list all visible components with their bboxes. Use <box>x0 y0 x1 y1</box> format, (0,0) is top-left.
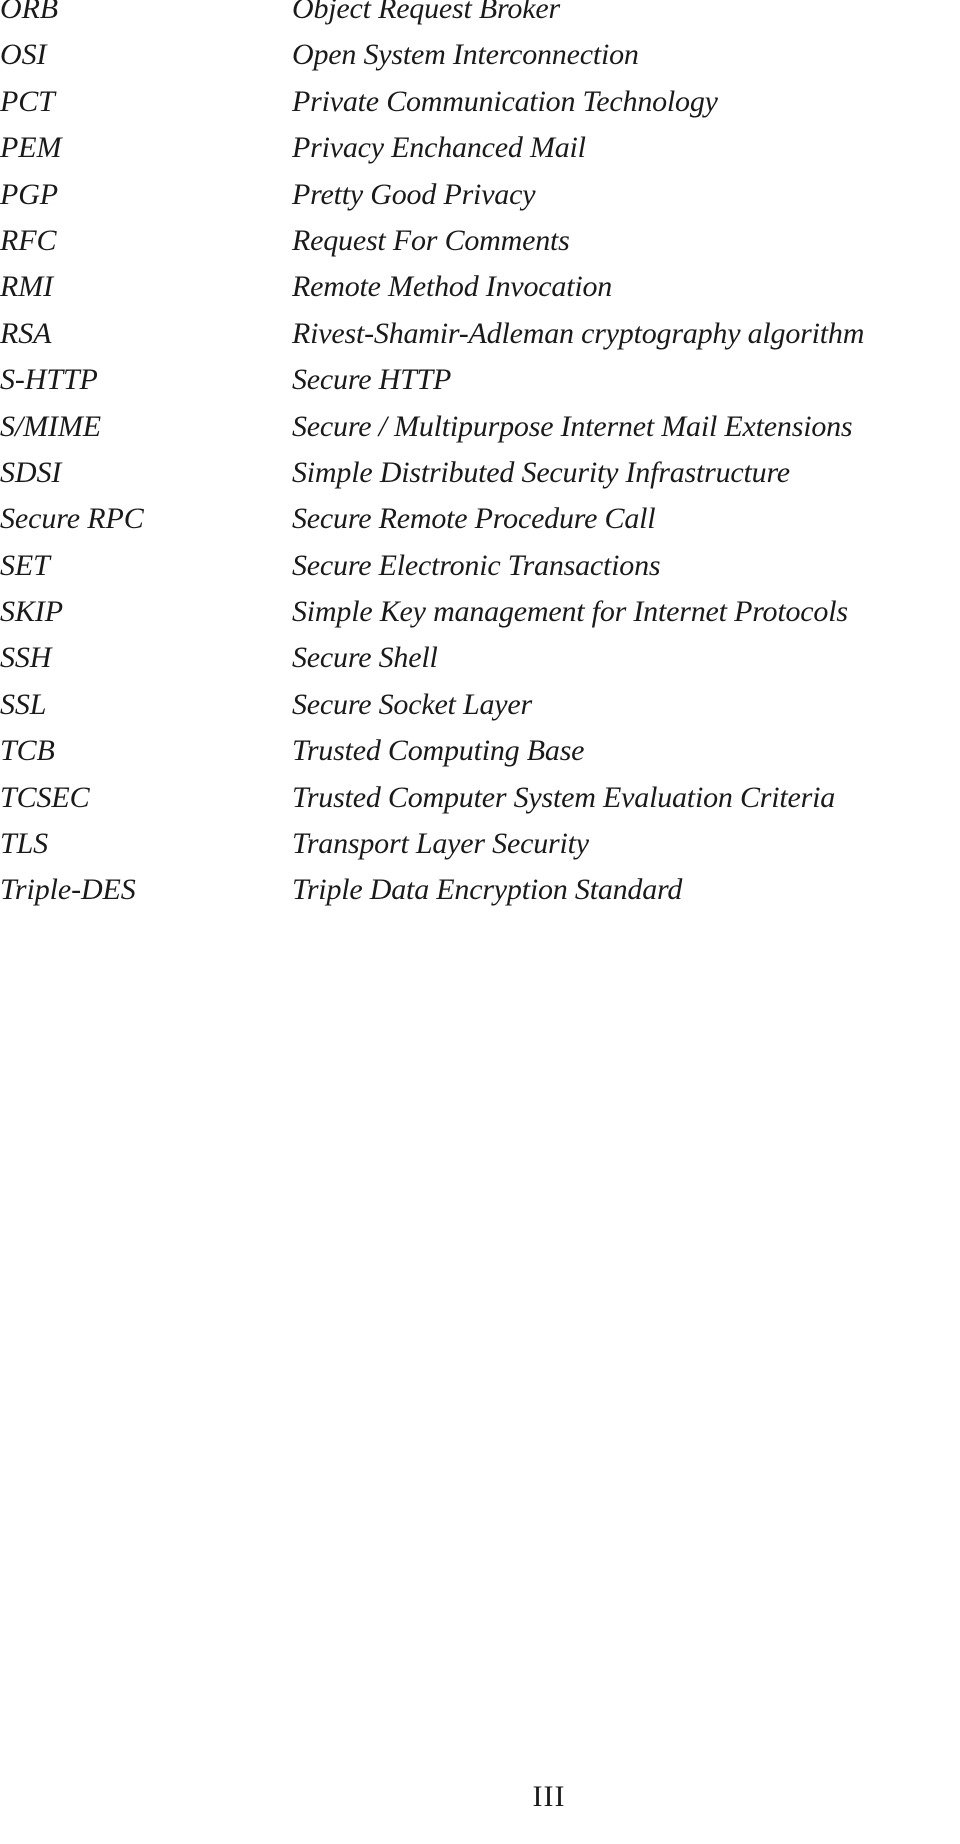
glossary-term: TCSEC <box>0 780 90 814</box>
glossary-row: SSH Secure Shell <box>0 635 960 681</box>
glossary-row: RFC Request For Comments <box>0 218 960 264</box>
glossary-definition: Simple Distributed Security Infrastructu… <box>292 455 790 489</box>
glossary-definition: Pretty Good Privacy <box>292 177 536 211</box>
page-number: III <box>532 1780 566 1813</box>
glossary-term: TCB <box>0 734 55 768</box>
glossary-term: SET <box>0 548 50 582</box>
glossary-row: PCT Private Communication Technology <box>0 79 960 125</box>
glossary-row: SSL Secure Socket Layer <box>0 682 960 728</box>
glossary-definition: Rivest-Shamir-Adleman cryptography algor… <box>292 316 865 350</box>
glossary-definition: Simple Key management for Internet Proto… <box>292 595 848 629</box>
glossary-term: TLS <box>0 827 49 861</box>
glossary-row: PGP Pretty Good Privacy <box>0 172 960 218</box>
glossary-term: ORB <box>0 0 59 25</box>
glossary-row: S-HTTP Secure HTTP <box>0 357 960 403</box>
glossary-term: SKIP <box>0 595 63 629</box>
glossary-definition: Request For Comments <box>292 223 570 257</box>
glossary-row: S/MIME Secure / Multipurpose Internet Mai… <box>0 404 960 450</box>
glossary-row: SKIP Simple Key management for Internet P… <box>0 589 960 635</box>
glossary-definition: Secure HTTP <box>292 363 452 397</box>
glossary-term: SDSI <box>0 455 62 489</box>
glossary-row: RSA Rivest-Shamir-Adleman cryptography al… <box>0 311 960 357</box>
glossary-definition: Secure / Multipurpose Internet Mail Exte… <box>292 409 853 443</box>
glossary-term: Triple-DES <box>0 873 136 907</box>
glossary-term: SSH <box>0 641 52 675</box>
glossary-definition: Trusted Computing Base <box>292 734 585 768</box>
document-page: ORB Object Request Broker OSI Open System I… <box>0 0 960 1844</box>
glossary-term: RMI <box>0 270 54 304</box>
glossary-definition: Remote Method Invocation <box>292 270 613 304</box>
glossary-term: PCT <box>0 84 55 118</box>
glossary-row: TCSEC Trusted Computer System Evaluation … <box>0 775 960 821</box>
glossary-row: TLS Transport Layer Security <box>0 821 960 867</box>
glossary-term: RSA <box>0 316 52 350</box>
glossary-term: PGP <box>0 177 59 211</box>
glossary-row: RMI Remote Method Invocation <box>0 264 960 310</box>
glossary-term: OSI <box>0 38 47 72</box>
glossary-row: Triple-DES Triple Data Encryption Standar… <box>0 867 960 913</box>
glossary-list: ORB Object Request Broker OSI Open System I… <box>0 0 960 914</box>
glossary-row: Secure RPC Secure Remote Procedure Call <box>0 496 960 542</box>
glossary-term: SSL <box>0 687 47 721</box>
glossary-term: RFC <box>0 223 57 257</box>
glossary-term: S-HTTP <box>0 363 98 397</box>
glossary-row: TCB Trusted Computing Base <box>0 728 960 774</box>
glossary-row: ORB Object Request Broker <box>0 0 960 32</box>
glossary-definition: Transport Layer Security <box>292 827 589 861</box>
glossary-definition: Private Communication Technology <box>292 84 718 118</box>
glossary-definition: Secure Electronic Transactions <box>292 548 661 582</box>
glossary-term: Secure RPC <box>0 502 144 536</box>
glossary-definition: Open System Interconnection <box>292 38 639 72</box>
glossary-row: SET Secure Electronic Transactions <box>0 543 960 589</box>
glossary-row: OSI Open System Interconnection <box>0 32 960 78</box>
glossary-definition: Secure Remote Procedure Call <box>292 502 656 536</box>
glossary-definition: Privacy Enchanced Mail <box>292 131 586 165</box>
glossary-term: PEM <box>0 131 62 165</box>
glossary-definition: Object Request Broker <box>292 0 560 25</box>
glossary-definition: Triple Data Encryption Standard <box>292 873 683 907</box>
glossary-definition: Secure Shell <box>292 641 438 675</box>
glossary-definition: Trusted Computer System Evaluation Crite… <box>292 780 836 814</box>
glossary-row: SDSI Simple Distributed Security Infrastr… <box>0 450 960 496</box>
glossary-definition: Secure Socket Layer <box>292 687 532 721</box>
glossary-row: PEM Privacy Enchanced Mail <box>0 125 960 171</box>
glossary-term: S/MIME <box>0 409 102 443</box>
